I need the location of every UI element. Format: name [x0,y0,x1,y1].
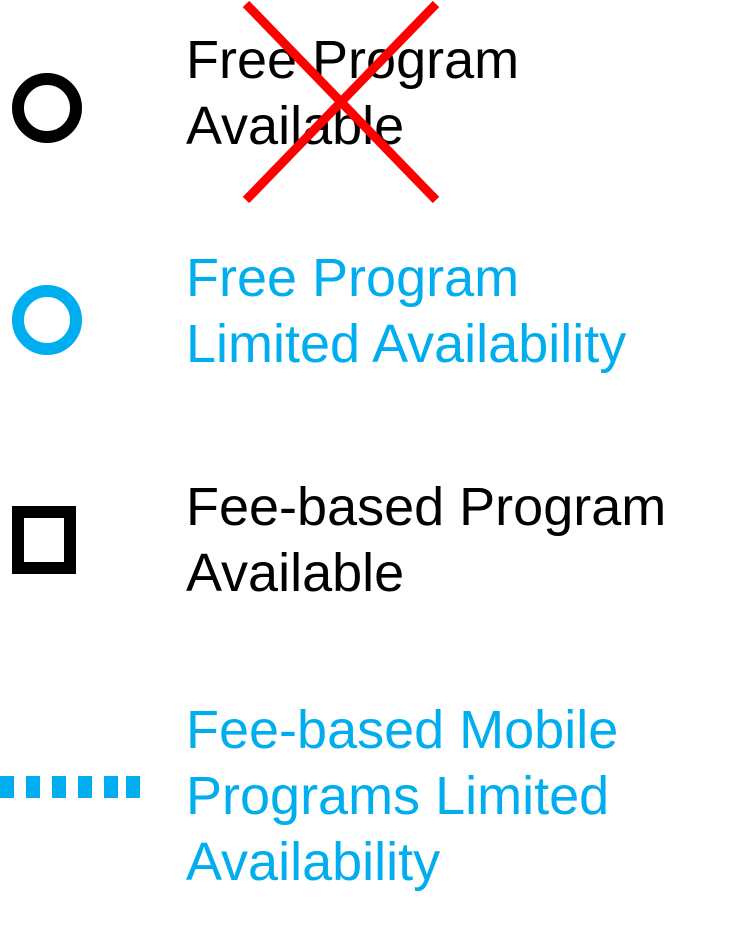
legend-label-line: Limited Availability [186,314,627,374]
black-square-icon [12,506,76,574]
black-circle-icon [12,73,82,143]
legend-label-line: Programs Limited [186,766,610,826]
legend-label-line: Available [186,543,405,603]
legend-label: Fee-based Mobile Programs Limited Availa… [186,697,618,895]
legend-label-line: Fee-based Mobile [186,700,619,760]
legend-label-line: Availability [186,832,441,892]
dash-segment [0,776,14,798]
legend-label: Fee-based Program Available [186,474,666,606]
dash-segment [104,776,118,798]
legend-label-line: Fee-based Program [186,477,667,537]
blue-dotted-line-icon [0,776,140,798]
dash-segment [78,776,92,798]
legend-label: Free Program Limited Availability [186,245,626,377]
dash-segment [26,776,40,798]
legend-item-fee-based-mobile-limited: Fee-based Mobile Programs Limited Availa… [0,680,733,932]
legend-item-fee-based-program-available: Fee-based Program Available [0,450,733,680]
dash-segment [126,776,140,798]
legend-item-free-program-available: Free Program Available [0,0,733,220]
legend-item-free-program-limited: Free Program Limited Availability [0,220,733,450]
red-cross-icon [242,0,440,204]
blue-circle-icon [12,285,82,355]
dash-segment [52,776,66,798]
legend-label-line: Free Program [186,248,520,308]
